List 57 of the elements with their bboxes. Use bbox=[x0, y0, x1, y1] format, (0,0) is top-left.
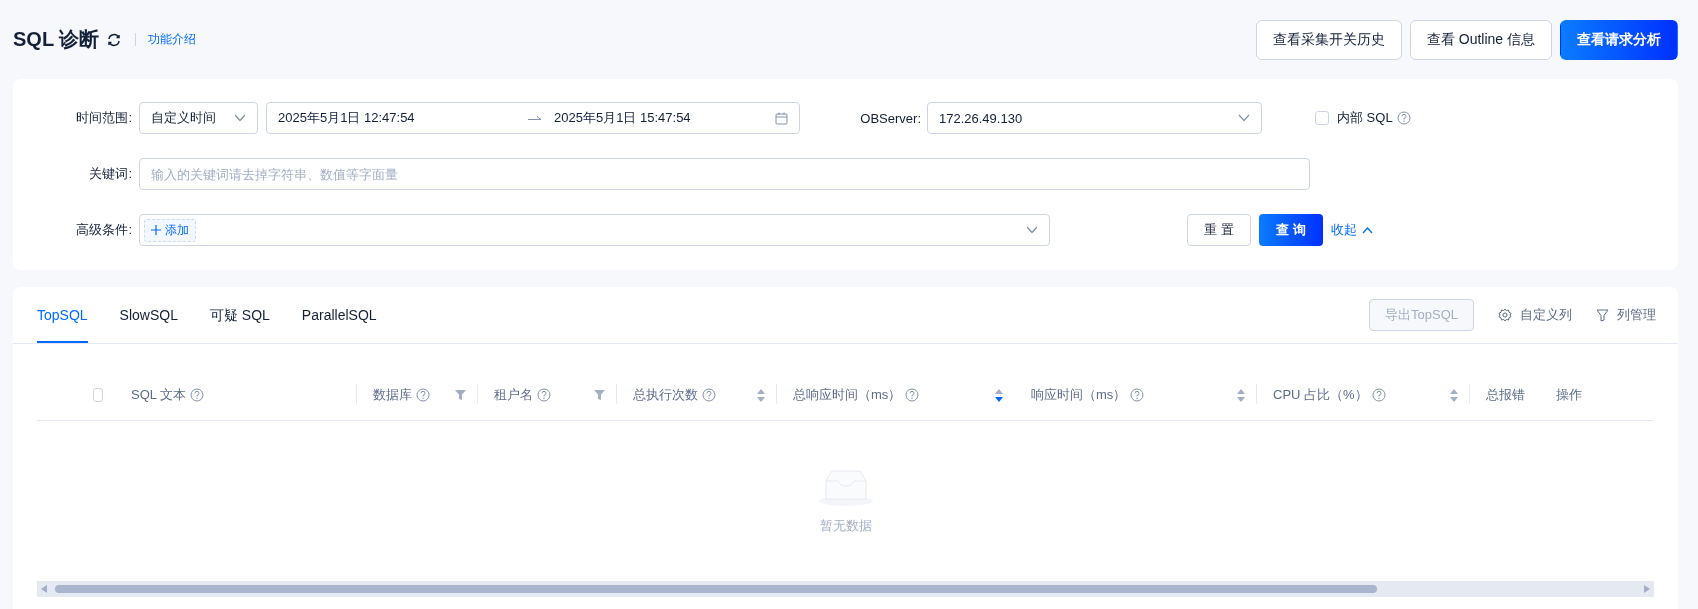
scroll-left-icon[interactable] bbox=[41, 585, 47, 593]
filter-icon[interactable] bbox=[594, 390, 605, 400]
scroll-right-icon[interactable] bbox=[1644, 585, 1650, 593]
empty-text: 暂无数据 bbox=[819, 517, 872, 535]
intro-link[interactable]: 功能介绍 bbox=[148, 31, 197, 48]
page-title: SQL 诊断 bbox=[13, 27, 100, 52]
observer-label: OBServer: bbox=[859, 110, 922, 126]
custom-columns-button[interactable]: 自定义列 bbox=[1498, 306, 1572, 324]
gear-icon bbox=[1498, 308, 1512, 322]
column-header: 操作 bbox=[1556, 386, 1582, 404]
refresh-icon[interactable] bbox=[107, 32, 122, 47]
time-range-label: 时间范围: bbox=[75, 109, 133, 127]
sort-icon[interactable] bbox=[1237, 388, 1245, 402]
help-icon bbox=[1396, 111, 1411, 125]
add-tag[interactable]: 添加 bbox=[144, 218, 196, 242]
column-header: 数据库 bbox=[373, 386, 412, 404]
query-button[interactable]: 查 询 bbox=[1259, 214, 1323, 246]
column-header: 总执行次数 bbox=[633, 386, 698, 404]
observer-select[interactable]: 172.26.49.130 bbox=[927, 102, 1262, 134]
time-mode-select[interactable]: 自定义时间 bbox=[139, 102, 258, 134]
calendar-icon bbox=[775, 111, 788, 125]
tab[interactable]: ParallelSQL bbox=[301, 287, 377, 343]
column-header: 总响应时间（ms） bbox=[793, 386, 902, 404]
chevron-up-icon bbox=[1362, 226, 1373, 234]
chevron-down-icon bbox=[1238, 114, 1250, 122]
chevron-down-icon bbox=[1026, 226, 1038, 234]
column-header: 响应时间（ms） bbox=[1031, 386, 1127, 404]
advanced-label: 高级条件: bbox=[75, 221, 133, 239]
internal-sql-checkbox[interactable] bbox=[1315, 111, 1329, 125]
header-button[interactable]: 查看采集开关历史 bbox=[1255, 19, 1402, 60]
collapse-link[interactable]: 收起 bbox=[1331, 221, 1373, 239]
header-button[interactable]: 查看请求分析 bbox=[1560, 19, 1678, 60]
keyword-label: 关键词: bbox=[88, 165, 133, 183]
filter-icon bbox=[1596, 308, 1609, 322]
column-header: 租户名 bbox=[494, 386, 533, 404]
empty-box-icon bbox=[817, 467, 874, 507]
column-header: SQL 文本 bbox=[131, 386, 187, 404]
tab[interactable]: 可疑 SQL bbox=[209, 287, 270, 343]
internal-sql-label: 内部 SQL bbox=[1337, 109, 1393, 127]
tab[interactable]: TopSQL bbox=[37, 287, 88, 343]
column-header: CPU 占比（%） bbox=[1273, 386, 1368, 404]
sort-icon[interactable] bbox=[1450, 388, 1458, 402]
reset-button[interactable]: 重 置 bbox=[1187, 214, 1251, 246]
horizontal-scrollbar[interactable] bbox=[37, 581, 1654, 597]
header-button[interactable]: 查看 Outline 信息 bbox=[1409, 19, 1552, 60]
select-all-checkbox[interactable] bbox=[93, 388, 103, 402]
plus-icon bbox=[151, 225, 161, 235]
sort-icon[interactable] bbox=[995, 388, 1003, 402]
tab[interactable]: SlowSQL bbox=[119, 287, 178, 343]
chevron-down-icon bbox=[234, 114, 246, 122]
keyword-input[interactable]: 输入的关键词请去掉字符串、数值等字面量 bbox=[139, 158, 1310, 190]
sort-icon[interactable] bbox=[757, 388, 765, 402]
advanced-condition-select[interactable]: 添加 bbox=[139, 214, 1050, 246]
column-manage-button[interactable]: 列管理 bbox=[1596, 306, 1656, 324]
date-range-picker[interactable]: 2025年5月1日 12:47:54 2025年5月1日 15:47:54 bbox=[266, 102, 800, 134]
column-header: 总报错 bbox=[1486, 386, 1525, 404]
filter-icon[interactable] bbox=[455, 390, 466, 400]
